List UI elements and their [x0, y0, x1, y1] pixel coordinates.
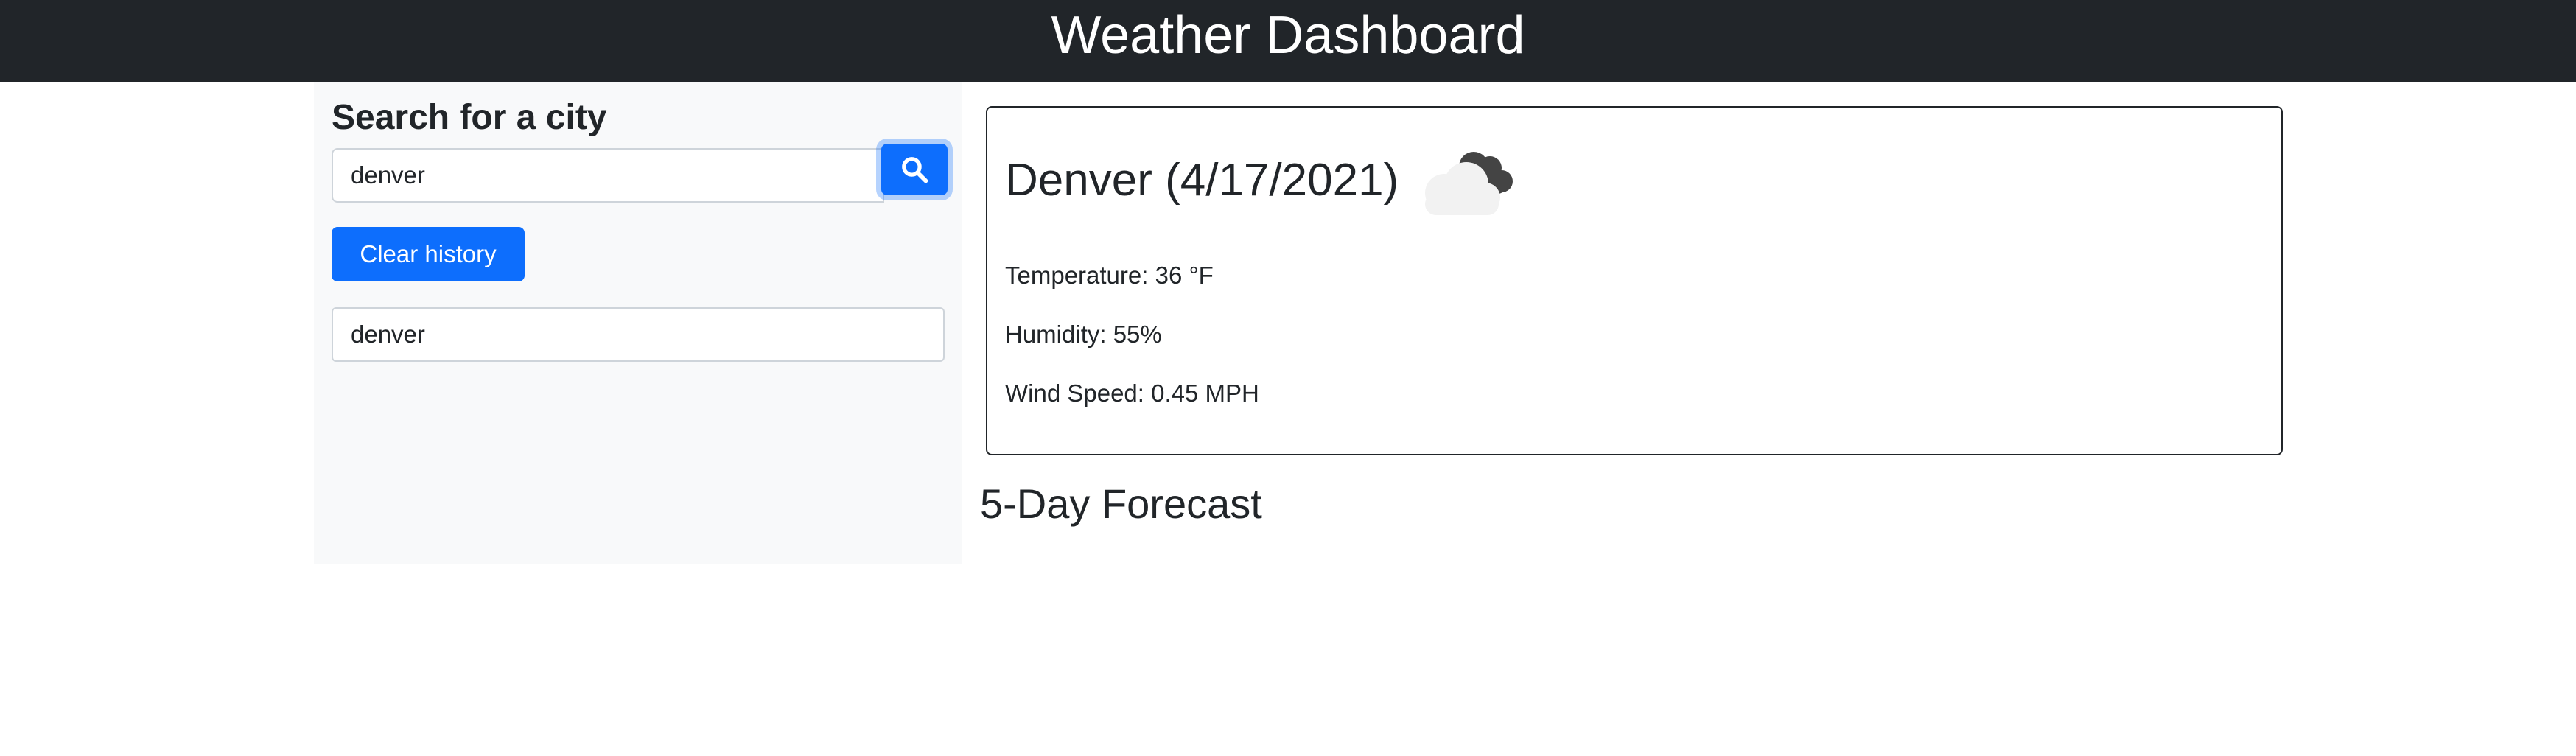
- cloud-icon: [1425, 152, 1513, 215]
- humidity-text: Humidity: 55%: [1005, 321, 1162, 348]
- search-button[interactable]: [881, 144, 948, 195]
- page-title: Weather Dashboard: [1051, 5, 1525, 65]
- temperature-text: Temperature: 36 °F: [1005, 262, 1214, 289]
- search-heading: Search for a city: [332, 98, 607, 137]
- forecast-heading: 5-Day Forecast: [980, 480, 1262, 527]
- history-item-denver[interactable]: denver: [332, 307, 945, 362]
- city-search-input[interactable]: [332, 148, 884, 203]
- wind-speed-text: Wind Speed: 0.45 MPH: [1005, 379, 1259, 407]
- clear-history-button[interactable]: Clear history: [332, 227, 525, 281]
- current-weather-card: Denver (4/17/2021) Temperature: 36 °F Hu…: [986, 106, 2283, 455]
- search-sidebar: Search for a city Clear history denver: [314, 82, 962, 564]
- navbar: Weather Dashboard: [0, 0, 2576, 82]
- city-date-title: Denver (4/17/2021): [1005, 155, 1399, 206]
- search-icon: [902, 157, 928, 183]
